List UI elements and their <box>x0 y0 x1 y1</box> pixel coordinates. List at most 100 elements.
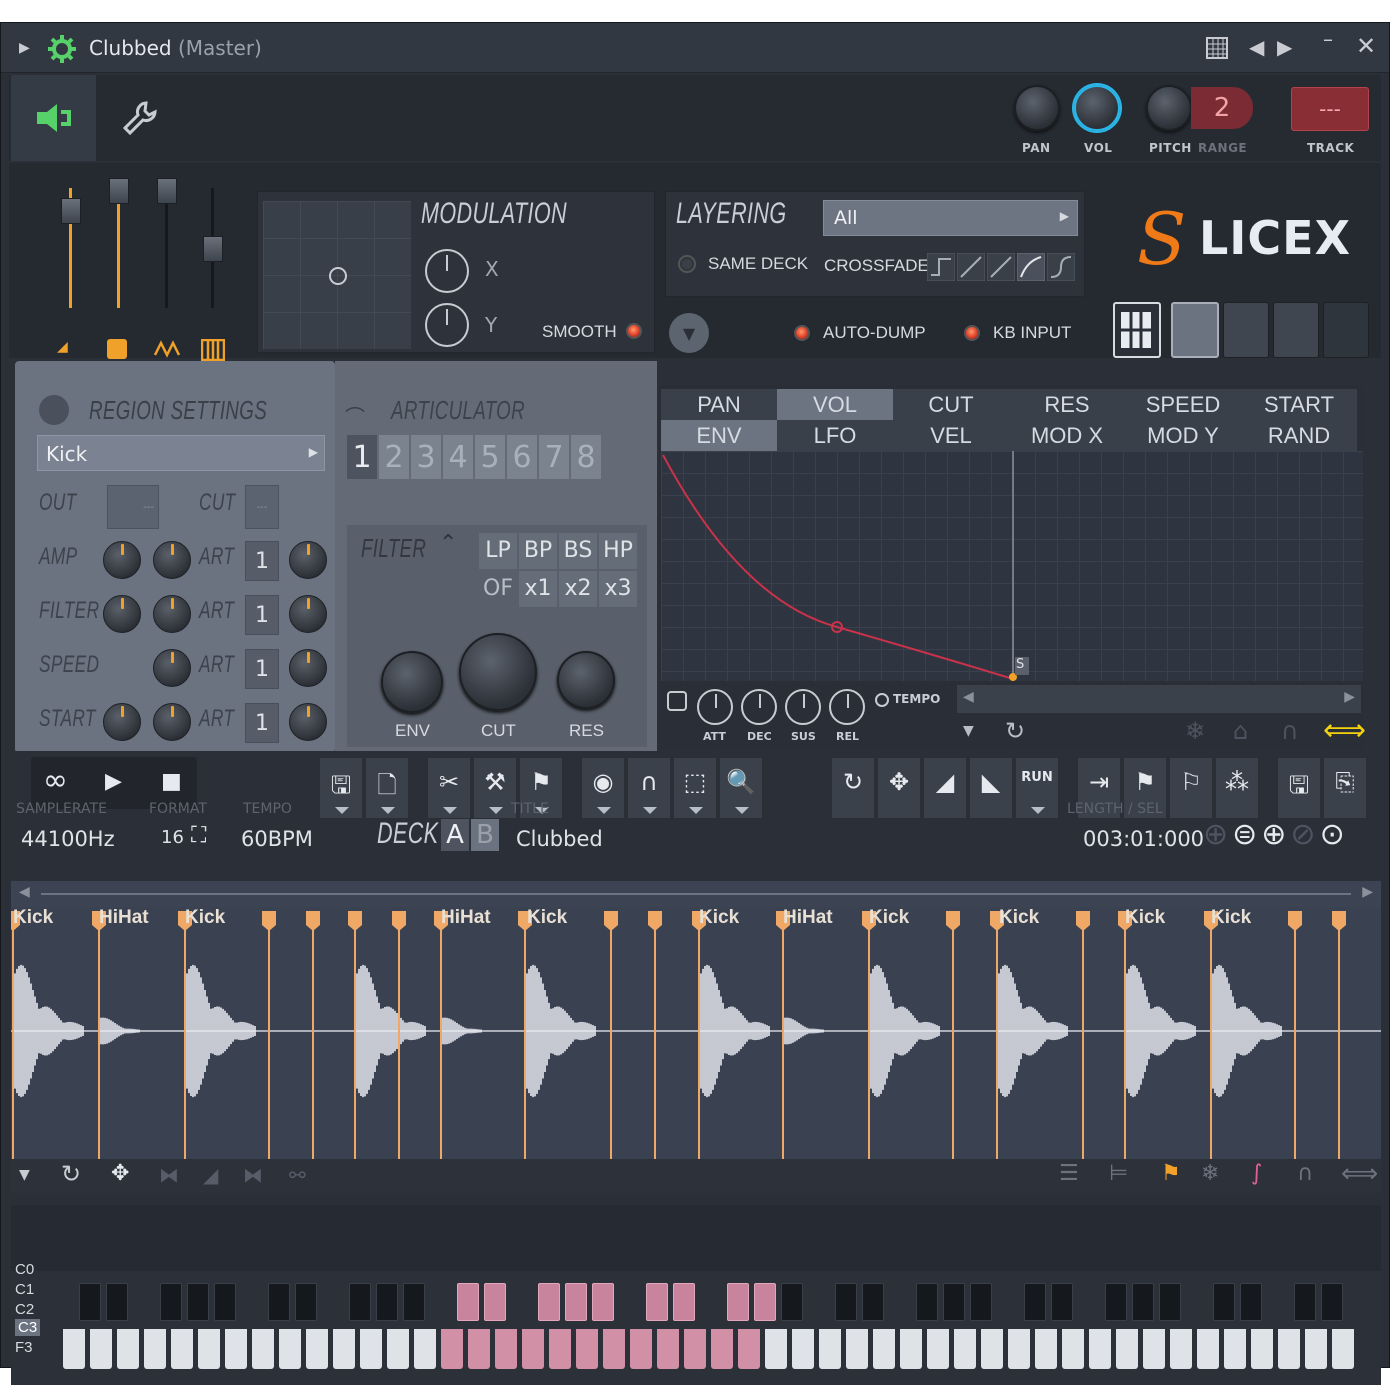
dice-icon[interactable] <box>107 339 127 359</box>
rel-knob[interactable] <box>829 689 865 725</box>
view-cross-icon[interactable]: ⊕ <box>1261 817 1286 852</box>
track-display[interactable]: --- <box>1291 87 1369 131</box>
piano-white-key[interactable] <box>657 1329 679 1369</box>
artic-4[interactable]: 4 <box>443 435 473 479</box>
view-lines-icon[interactable]: ⊜ <box>1232 817 1257 852</box>
amp-knob-2[interactable] <box>153 541 191 579</box>
start-knob-1[interactable] <box>103 703 141 741</box>
expand-arrow-icon[interactable]: ▶ <box>19 40 30 56</box>
filter-env-knob[interactable] <box>381 651 443 713</box>
piano-white-key[interactable] <box>468 1329 490 1369</box>
slice-marker-flag[interactable] <box>946 911 960 931</box>
piano-black-key[interactable] <box>376 1283 398 1321</box>
xy-pad[interactable] <box>263 201 411 349</box>
tempo-radio[interactable] <box>875 693 889 707</box>
piano-white-key[interactable] <box>1143 1329 1165 1369</box>
piano-black-key[interactable] <box>565 1283 587 1321</box>
env-menu-arrow-icon[interactable]: ▼ <box>963 723 974 739</box>
slice-label[interactable]: HiHat <box>441 907 491 929</box>
view-play-icon[interactable]: ⊙ <box>1320 817 1345 852</box>
cut-box[interactable]: --- <box>245 485 279 529</box>
slice-marker-flag[interactable] <box>1332 911 1346 931</box>
view-grid-icon[interactable]: ⊕ <box>1203 817 1228 852</box>
piano-white-key[interactable] <box>333 1329 355 1369</box>
filter-of[interactable]: OF <box>479 571 517 607</box>
fader-handle-4[interactable] <box>203 236 223 262</box>
piano-white-key[interactable] <box>1008 1329 1030 1369</box>
piano-black-key[interactable] <box>79 1283 101 1321</box>
piano-white-key[interactable] <box>711 1329 733 1369</box>
piano-black-key[interactable] <box>187 1283 209 1321</box>
overview-right-icon[interactable]: ▶ <box>1362 884 1373 900</box>
cut-tool-button[interactable]: ✂ <box>427 757 471 819</box>
view-button[interactable]: ◉ <box>581 757 625 819</box>
piano-black-key[interactable] <box>1213 1283 1235 1321</box>
env-tab-lfo[interactable]: LFO <box>777 420 893 451</box>
amp-art-value[interactable]: 1 <box>245 541 279 581</box>
env-tab-vol[interactable]: VOL <box>777 389 893 420</box>
close-icon[interactable]: ✕ <box>1356 32 1376 60</box>
scroll-right-icon[interactable]: ▶ <box>1344 689 1355 705</box>
out-box[interactable]: --- <box>107 485 159 529</box>
piano-white-key[interactable] <box>684 1329 706 1369</box>
piano-black-key[interactable] <box>160 1283 182 1321</box>
layout-button-4[interactable] <box>1273 302 1319 358</box>
send-button[interactable]: ⎘ <box>1323 757 1367 819</box>
waveform-overview[interactable]: ◀ ▶ <box>11 881 1381 907</box>
fader-handle-2[interactable] <box>109 178 129 204</box>
slice-label[interactable]: HiHat <box>783 907 833 929</box>
piano-white-key[interactable] <box>846 1329 868 1369</box>
piano-black-key[interactable] <box>1051 1283 1073 1321</box>
artic-6[interactable]: 6 <box>507 435 537 479</box>
tab-settings[interactable] <box>97 75 182 161</box>
filter-knob-2[interactable] <box>153 595 191 633</box>
bottom-menu-icon[interactable]: ▼ <box>19 1167 30 1183</box>
piano-white-key[interactable] <box>1197 1329 1219 1369</box>
slice-label[interactable]: Kick <box>699 907 739 929</box>
piano-black-key[interactable] <box>214 1283 236 1321</box>
next-arrow-icon[interactable]: ▶ <box>1277 35 1292 59</box>
prev-arrow-icon[interactable]: ◀ <box>1249 35 1264 59</box>
scroll-left-icon[interactable]: ◀ <box>963 689 974 705</box>
dec-knob[interactable] <box>741 689 777 725</box>
piano-black-key[interactable] <box>349 1283 371 1321</box>
piano-white-key[interactable] <box>1224 1329 1246 1369</box>
piano-black-key[interactable] <box>1321 1283 1343 1321</box>
slice-label[interactable]: Kick <box>13 907 53 929</box>
layout-button-2[interactable] <box>1171 302 1219 358</box>
artic-8[interactable]: 8 <box>571 435 601 479</box>
piano-white-key[interactable] <box>1089 1329 1111 1369</box>
piano-white-key[interactable] <box>414 1329 436 1369</box>
minimize-icon[interactable]: – <box>1323 27 1333 51</box>
auto-dump-led[interactable] <box>794 325 810 341</box>
mod-x-knob[interactable] <box>425 249 469 293</box>
new-button[interactable]: 🗋 <box>365 757 409 819</box>
region-name-select[interactable]: Kick ▶ <box>37 435 325 471</box>
piano-white-key[interactable] <box>1278 1329 1300 1369</box>
pitch-range-display[interactable]: 2 <box>1191 87 1253 129</box>
piano-white-key[interactable] <box>117 1329 139 1369</box>
piano-white-key[interactable] <box>792 1329 814 1369</box>
slice-marker-flag[interactable] <box>306 911 320 931</box>
bottom-trim-icon[interactable]: ⧓ <box>159 1163 179 1187</box>
play-icon[interactable]: ▶ <box>105 769 122 794</box>
normalize-button[interactable]: ✥ <box>877 757 921 819</box>
filter-cut-knob[interactable] <box>459 633 537 711</box>
filter-res-knob[interactable] <box>557 651 615 709</box>
piano-white-key[interactable] <box>144 1329 166 1369</box>
filter-x3[interactable]: x3 <box>599 571 637 607</box>
zoom-button[interactable]: 🔍 <box>719 757 763 819</box>
piano-black-key[interactable] <box>1105 1283 1127 1321</box>
piano-white-key[interactable] <box>225 1329 247 1369</box>
env-scrollbar[interactable]: ◀ ▶ <box>957 685 1361 713</box>
piano-white-key[interactable] <box>279 1329 301 1369</box>
dropdown-circle-button[interactable]: ▼ <box>669 313 709 353</box>
slice-label[interactable]: Kick <box>999 907 1039 929</box>
export-button[interactable]: 🖫 <box>1277 757 1321 819</box>
piano-white-key[interactable] <box>441 1329 463 1369</box>
xy-pad-handle[interactable] <box>329 267 347 285</box>
bottom-reload-icon[interactable]: ↻ <box>61 1160 81 1188</box>
piano-white-key[interactable] <box>1251 1329 1273 1369</box>
fade-out-button[interactable]: ◣ <box>969 757 1013 819</box>
overview-left-icon[interactable]: ◀ <box>19 884 30 900</box>
